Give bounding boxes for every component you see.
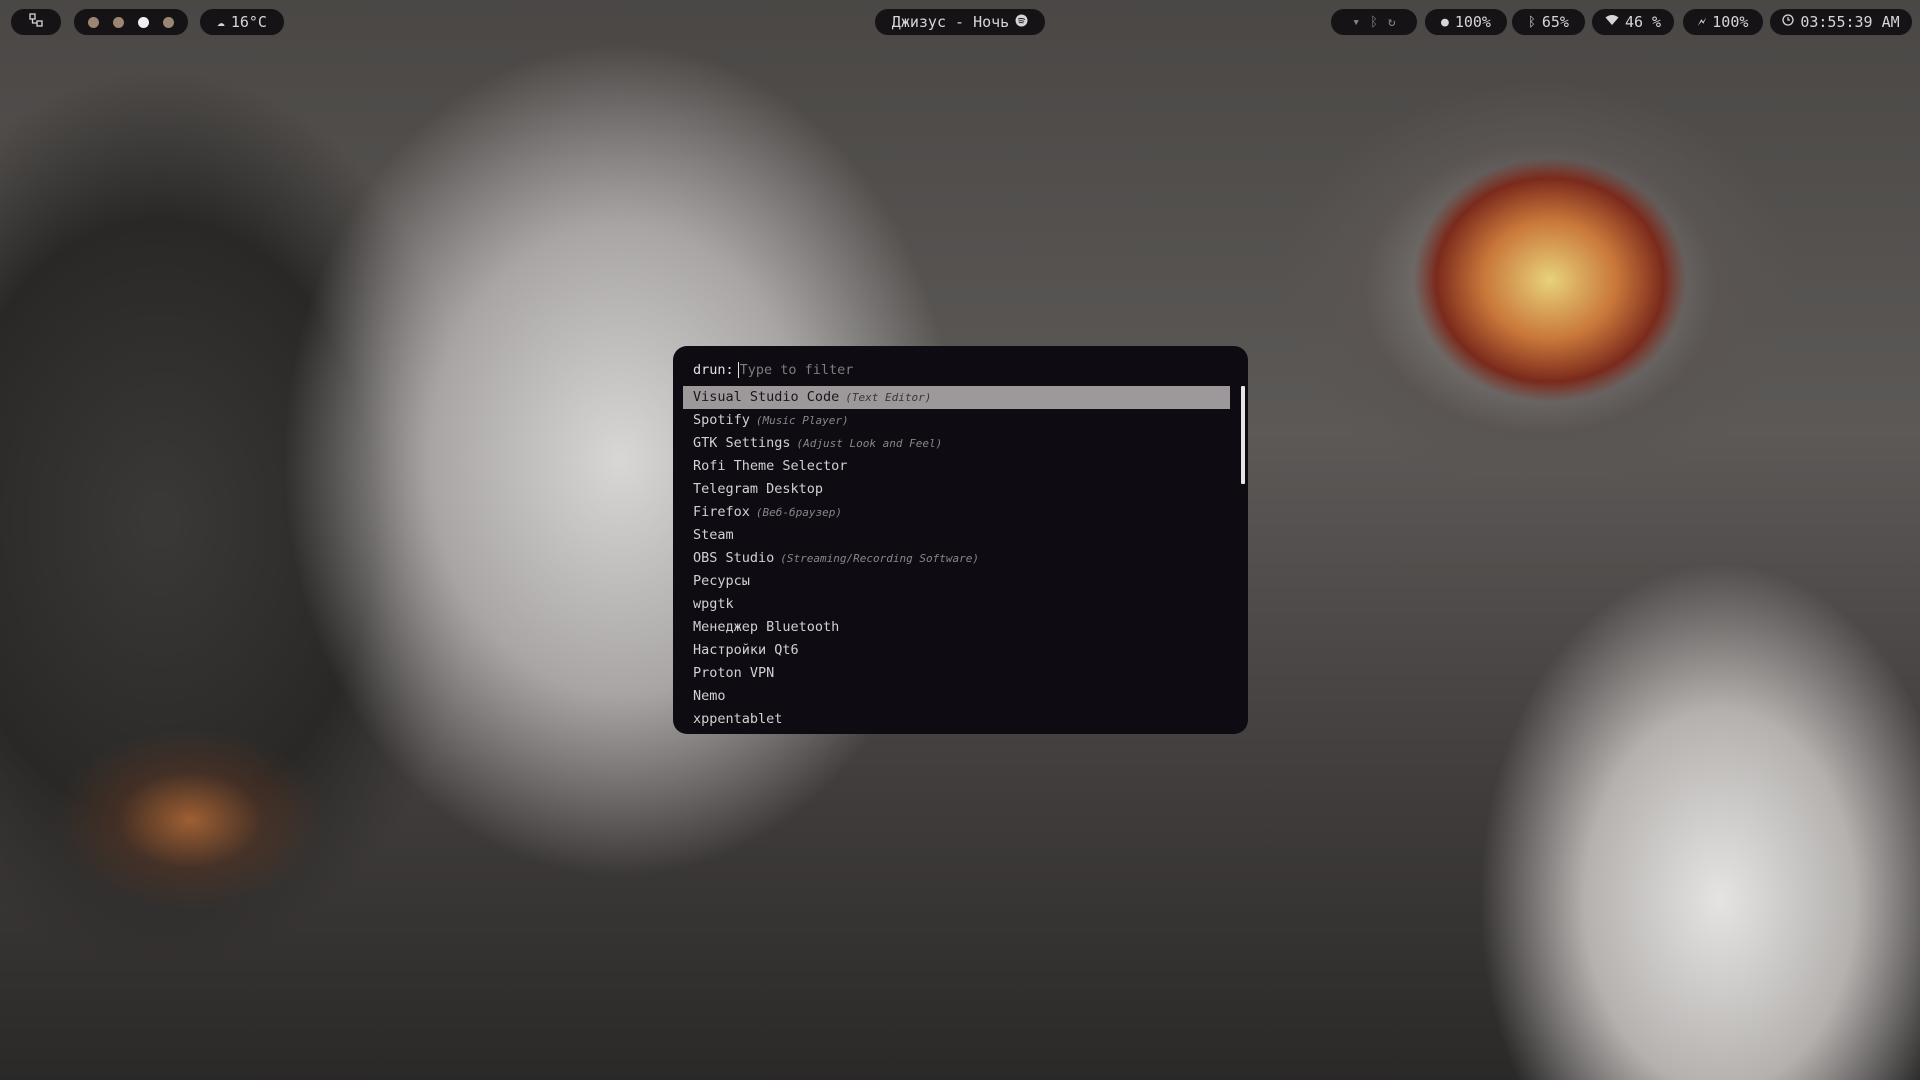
workspace-switcher (73, 8, 189, 36)
list-item[interactable]: Firefox (Веб-браузер) (683, 501, 1230, 524)
app-name: Ресурсы (693, 573, 750, 589)
workspaces-button[interactable] (10, 8, 62, 36)
bluetooth-icon: ᛒ (1528, 14, 1536, 30)
recording-indicator[interactable]: ● 100% (1424, 8, 1508, 36)
download-icon[interactable]: ▾ (1352, 15, 1360, 30)
wifi-value: 46 % (1624, 13, 1662, 31)
cloud-icon: ☁ (217, 14, 225, 30)
system-tray: ▾ ᛒ ↻ (1330, 8, 1418, 36)
list-item[interactable]: Proton VPN (683, 662, 1230, 685)
refresh-icon[interactable]: ↻ (1388, 15, 1396, 30)
list-item[interactable]: Настройки Qt6 (683, 639, 1230, 662)
list-item[interactable]: Visual Studio Code (Text Editor) (683, 386, 1230, 409)
list-item[interactable]: wpgtk (683, 593, 1230, 616)
clock-widget[interactable]: 03:55:39 AM (1769, 8, 1913, 36)
record-icon: ● (1441, 14, 1449, 30)
battery-value: 100% (1712, 13, 1749, 31)
prompt-row: drun: (683, 358, 1238, 382)
app-comment: (Streaming/Recording Software) (780, 552, 979, 565)
app-comment: (Music Player) (755, 414, 849, 427)
app-name: Rofi Theme Selector (693, 458, 848, 474)
list-item[interactable]: GTK Settings (Adjust Look and Feel) (683, 432, 1230, 455)
list-item[interactable]: Nemo (683, 685, 1230, 708)
list-item[interactable]: Telegram Desktop (683, 478, 1230, 501)
list-item[interactable]: Менеджер Bluetooth (683, 616, 1230, 639)
app-comment: (Веб-браузер) (755, 506, 842, 519)
list-item[interactable]: Spotify (Music Player) (683, 409, 1230, 432)
bluetooth-value: 65% (1541, 13, 1569, 31)
filter-input[interactable] (737, 362, 1140, 378)
list-item[interactable]: Steam (683, 524, 1230, 547)
app-name: xppentablet (693, 711, 783, 727)
wifi-icon (1605, 14, 1619, 30)
app-comment: (Adjust Look and Feel) (796, 437, 943, 450)
battery-charging-icon: 🗲 (1697, 14, 1707, 30)
workspaces-icon (29, 13, 43, 31)
list-item[interactable]: xppentablet (683, 708, 1230, 731)
weather-text: 16°C (230, 13, 267, 31)
app-name: Visual Studio Code (693, 389, 840, 405)
list-item[interactable]: Rofi Theme Selector (683, 455, 1230, 478)
scrollbar[interactable] (1241, 386, 1245, 708)
scrollbar-thumb[interactable] (1241, 386, 1245, 484)
app-name: OBS Studio (693, 550, 775, 566)
recording-value: 100% (1454, 13, 1491, 31)
app-comment: (Text Editor) (845, 391, 932, 404)
app-name: Spotify (693, 412, 750, 428)
workspace-dot-1[interactable] (88, 16, 99, 28)
app-name: Steam (693, 527, 734, 543)
workspace-dot-3[interactable] (138, 16, 149, 28)
app-name: Proton VPN (693, 665, 775, 681)
media-title: Джизус - Ночь (891, 13, 1010, 31)
bluetooth-icon[interactable]: ᛒ (1370, 15, 1378, 30)
clock-text: 03:55:39 AM (1800, 13, 1900, 31)
workspace-dot-4[interactable] (163, 16, 174, 28)
wifi-indicator[interactable]: 46 % (1591, 8, 1675, 36)
app-name: GTK Settings (693, 435, 791, 451)
app-name: Nemo (693, 688, 726, 704)
app-list-wrap: Visual Studio Code (Text Editor) Spotify (M… (683, 386, 1245, 731)
list-item[interactable]: Ресурсы (683, 570, 1230, 593)
weather-widget[interactable]: ☁ 16°C (199, 8, 285, 36)
app-name: wpgtk (693, 596, 734, 612)
app-list: Visual Studio Code (Text Editor) Spotify (M… (683, 386, 1230, 731)
app-launcher: drun: Visual Studio Code (Text Editor) Spo… (673, 346, 1248, 734)
list-item[interactable]: OBS Studio (Streaming/Recording Software) (683, 547, 1230, 570)
app-name: Telegram Desktop (693, 481, 824, 497)
battery-indicator[interactable]: 🗲 100% (1682, 8, 1764, 36)
workspace-dot-2[interactable] (113, 16, 124, 28)
clock-icon (1782, 14, 1794, 30)
app-name: Менеджер Bluetooth (693, 619, 840, 635)
prompt-label: drun: (693, 362, 734, 378)
app-name: Firefox (693, 504, 750, 520)
bluetooth-indicator[interactable]: ᛒ 65% (1511, 8, 1586, 36)
spotify-icon (1015, 14, 1028, 31)
media-widget[interactable]: Джизус - Ночь (874, 8, 1046, 36)
app-name: Настройки Qt6 (693, 642, 799, 658)
